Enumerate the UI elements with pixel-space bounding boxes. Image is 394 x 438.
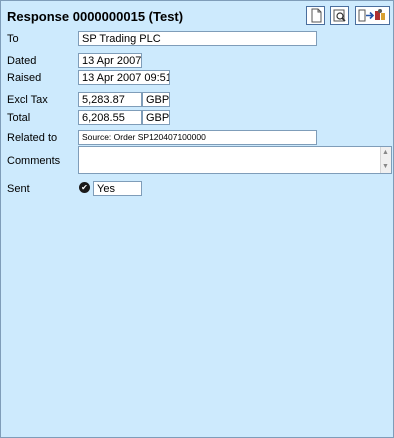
response-panel: Response 0000000015 (Test) To SP Trading…: [0, 0, 394, 438]
excl-tax-currency: GBP: [142, 92, 170, 107]
sent-field[interactable]: Yes: [93, 181, 142, 196]
to-field[interactable]: SP Trading PLC: [78, 31, 317, 46]
panel-header: Response 0000000015 (Test): [1, 1, 393, 29]
scroll-down-icon[interactable]: ▼: [382, 163, 389, 171]
to-label: To: [7, 33, 19, 45]
comments-scrollbar[interactable]: ▲ ▼: [380, 147, 391, 173]
scroll-up-icon[interactable]: ▲: [382, 149, 389, 157]
excl-tax-field[interactable]: 5,283.87: [78, 92, 142, 107]
page-title: Response 0000000015 (Test): [7, 9, 184, 24]
print-preview-button[interactable]: [330, 6, 349, 25]
dated-label: Dated: [7, 55, 37, 67]
comments-field[interactable]: ▲ ▼: [78, 146, 392, 174]
raised-field[interactable]: 13 Apr 2007 09:51: [78, 70, 170, 85]
dated-field[interactable]: 13 Apr 2007: [78, 53, 142, 68]
related-to-field[interactable]: Source: Order SP120407100000: [78, 130, 317, 145]
document-button[interactable]: [306, 6, 325, 25]
check-icon: ✔: [79, 182, 90, 193]
raised-label: Raised: [7, 72, 42, 84]
export-icon: [358, 9, 385, 22]
sent-label: Sent: [7, 183, 30, 195]
comments-label: Comments: [7, 155, 61, 167]
related-to-label: Related to: [7, 132, 58, 144]
export-button[interactable]: [355, 6, 390, 25]
print-preview-icon: [333, 9, 346, 22]
excl-tax-label: Excl Tax: [7, 94, 48, 106]
total-currency: GBP: [142, 110, 170, 125]
total-field[interactable]: 6,208.55: [78, 110, 142, 125]
total-label: Total: [7, 112, 31, 124]
document-icon: [311, 8, 322, 23]
